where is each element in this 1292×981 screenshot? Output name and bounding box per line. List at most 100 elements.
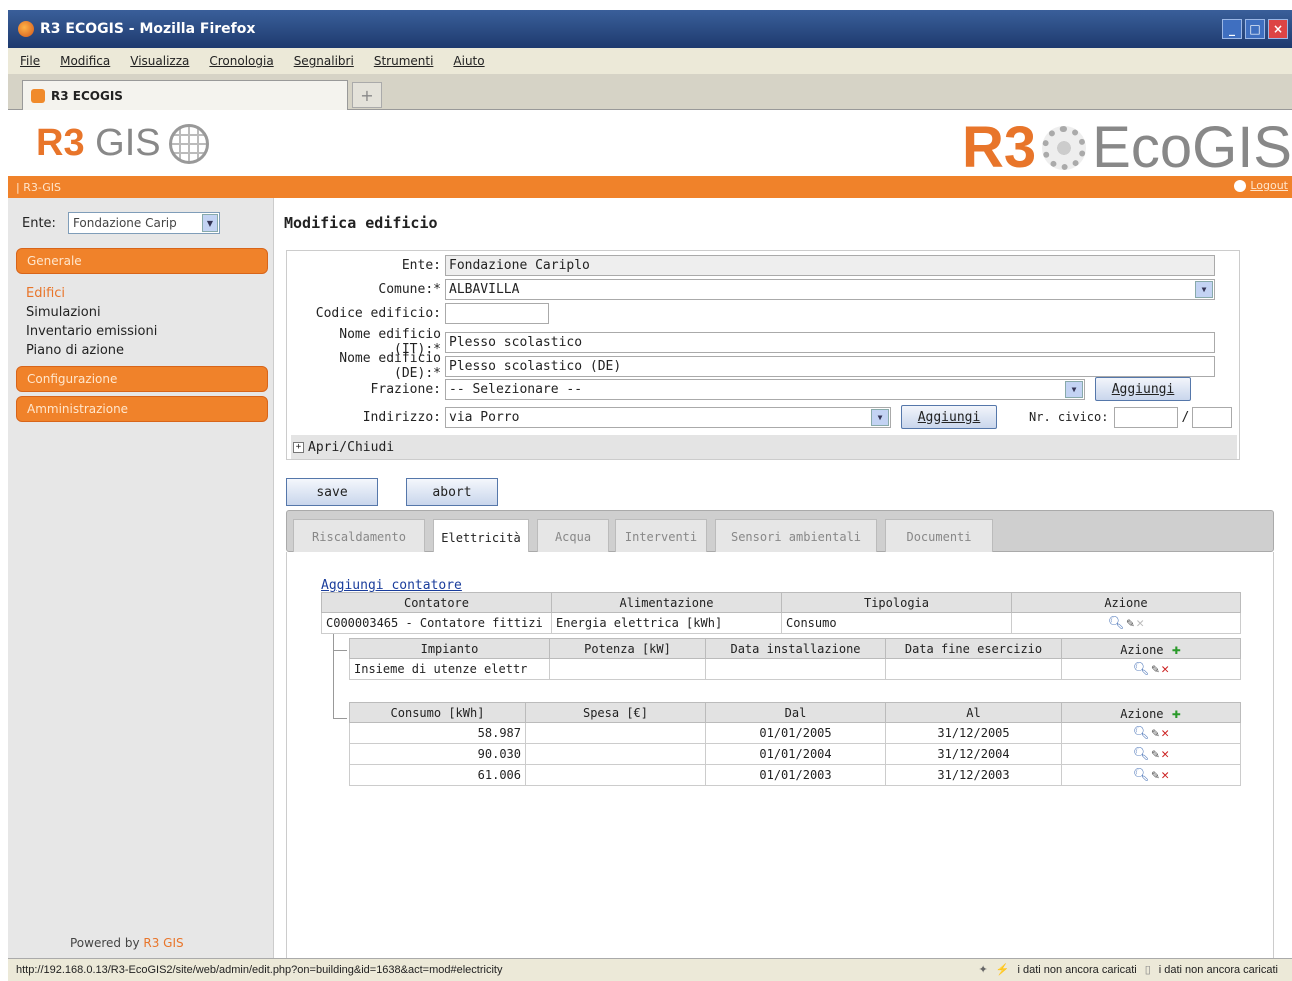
- main-content: Modifica edificio Ente: Fondazione Carip…: [276, 198, 1292, 958]
- edit-icon[interactable]: ✎: [1151, 768, 1159, 783]
- comune-select[interactable]: ALBAVILLA ▼: [445, 279, 1215, 300]
- powered-prefix: Powered by: [70, 936, 144, 950]
- civico-label: Nr. civico:: [1029, 410, 1109, 424]
- add-plant-icon[interactable]: ✚: [1172, 640, 1181, 658]
- menu-segnalibri[interactable]: Segnalibri: [294, 54, 354, 68]
- tab-documenti[interactable]: Documenti: [885, 519, 993, 553]
- codice-input[interactable]: [445, 303, 549, 324]
- edit-icon[interactable]: ✎: [1151, 662, 1159, 677]
- status-right: ✦ ⚡ i dati non ancora caricati ▯ i dati …: [979, 963, 1278, 977]
- magnifier-icon[interactable]: 🔍︎: [1108, 616, 1125, 631]
- aggiungi-indirizzo-button[interactable]: Aggiungi: [901, 405, 997, 429]
- document-icon[interactable]: ▯: [1145, 963, 1151, 976]
- magnifier-icon[interactable]: 🔍︎: [1133, 747, 1150, 762]
- magnifier-icon[interactable]: 🔍︎: [1133, 726, 1150, 741]
- logout-label: Logout: [1250, 179, 1288, 192]
- logout-link[interactable]: Logout: [1234, 179, 1288, 192]
- consumption-table: Consumo [kWh] Spesa [€] Dal Al Azione ✚ …: [349, 702, 1241, 786]
- logo-left-r3: R3: [36, 122, 85, 164]
- tab-elettricita[interactable]: Elettricità: [433, 519, 529, 555]
- lightning-icon[interactable]: ⚡: [996, 963, 1010, 976]
- sidebar-section-generale[interactable]: Generale: [16, 248, 268, 274]
- r3gis-logo[interactable]: R3 GIS: [36, 122, 209, 165]
- delete-icon[interactable]: ✕: [1161, 662, 1169, 677]
- comune-value: ALBAVILLA: [449, 282, 520, 297]
- menu-visualizza[interactable]: Visualizza: [130, 54, 189, 68]
- add-consumption-icon[interactable]: ✚: [1172, 704, 1181, 722]
- aggiungi-frazione-button[interactable]: Aggiungi: [1095, 377, 1191, 401]
- nome-de-input[interactable]: Plesso scolastico (DE): [445, 355, 1215, 377]
- maximize-button[interactable]: □: [1245, 19, 1265, 39]
- civico-input[interactable]: [1114, 406, 1179, 428]
- gear-icon: [1042, 125, 1087, 170]
- col-tipologia: Tipologia: [781, 592, 1012, 613]
- breadcrumb[interactable]: | R3-GIS: [16, 181, 61, 194]
- sidebar-section-amministrazione[interactable]: Amministrazione: [16, 396, 268, 422]
- chevron-down-icon[interactable]: ▼: [871, 408, 889, 426]
- delete-icon: ✕: [1136, 615, 1145, 631]
- tab-riscaldamento[interactable]: Riscaldamento: [293, 519, 425, 553]
- tree-branch: [333, 718, 347, 719]
- cons-actions: 🔍︎ ✎ ✕: [1061, 764, 1241, 786]
- sidebar-section-configurazione[interactable]: Configurazione: [16, 366, 268, 392]
- table-row: 90.030 01/01/2004 31/12/2004 🔍︎ ✎ ✕: [349, 743, 1241, 765]
- sidebar-item-inventario[interactable]: Inventario emissioni: [26, 322, 157, 341]
- menu-aiuto[interactable]: Aiuto: [453, 54, 484, 68]
- save-button[interactable]: save: [286, 478, 378, 506]
- minimize-button[interactable]: _: [1222, 19, 1242, 39]
- delete-icon[interactable]: ✕: [1161, 726, 1169, 741]
- menu-cronologia[interactable]: Cronologia: [209, 54, 273, 68]
- edit-icon[interactable]: ✎: [1151, 726, 1159, 741]
- chevron-down-icon[interactable]: ▼: [1065, 380, 1083, 398]
- cons-spesa: [525, 764, 706, 786]
- indirizzo-select[interactable]: via Porro ▼: [445, 406, 891, 428]
- tab-interventi[interactable]: Interventi: [615, 519, 707, 553]
- azione-label: Azione: [1120, 706, 1164, 721]
- frazione-value: -- Selezionare --: [449, 381, 583, 397]
- add-meter-link[interactable]: Aggiungi contatore: [321, 578, 462, 593]
- meter-actions: 🔍︎ ✎ ✕: [1011, 612, 1241, 634]
- delete-icon[interactable]: ✕: [1161, 768, 1169, 783]
- menu-file[interactable]: File: [20, 54, 40, 68]
- chevron-down-icon[interactable]: ▼: [1195, 281, 1213, 298]
- magnifier-icon[interactable]: 🔍︎: [1133, 768, 1150, 783]
- sidebar-item-simulazioni[interactable]: Simulazioni: [26, 303, 157, 322]
- menu-strumenti[interactable]: Strumenti: [374, 54, 434, 68]
- azione-label: Azione: [1120, 642, 1164, 657]
- cons-dal: 01/01/2003: [705, 764, 886, 786]
- edit-icon[interactable]: ✎: [1126, 616, 1134, 631]
- chevron-down-icon[interactable]: ▼: [201, 214, 218, 232]
- powered-brand[interactable]: R3 GIS: [143, 936, 183, 950]
- delete-icon[interactable]: ✕: [1161, 747, 1169, 762]
- page-title: Modifica edificio: [284, 214, 438, 232]
- sidebar-item-piano[interactable]: Piano di azione: [26, 341, 157, 360]
- browser-tab[interactable]: R3 ECOGIS: [22, 80, 348, 110]
- cons-value: 90.030: [349, 743, 526, 765]
- col-potenza: Potenza [kW]: [549, 638, 706, 659]
- col-dal: Dal: [705, 702, 886, 723]
- sidebar-item-edifici[interactable]: Edifici: [26, 284, 157, 303]
- tab-sensori[interactable]: Sensori ambientali: [715, 519, 877, 553]
- edit-icon[interactable]: ✎: [1151, 747, 1159, 762]
- ente-select[interactable]: Fondazione Carip ▼: [67, 212, 220, 234]
- frazione-label: Frazione:: [370, 381, 441, 397]
- comune-label: Comune:*: [378, 282, 441, 297]
- nome-it-input[interactable]: Plesso scolastico: [445, 331, 1215, 353]
- ente-label: Ente:: [22, 215, 56, 231]
- indirizzo-value: via Porro: [449, 409, 520, 425]
- magnifier-icon[interactable]: 🔍︎: [1133, 662, 1150, 677]
- firefox-icon: [18, 21, 34, 37]
- menu-modifica[interactable]: Modifica: [60, 54, 110, 68]
- col-data-installazione: Data installazione: [705, 638, 886, 659]
- tree-branch: [333, 650, 347, 651]
- frazione-select[interactable]: -- Selezionare -- ▼: [445, 378, 1085, 400]
- close-button[interactable]: ×: [1268, 19, 1288, 39]
- table-row: Insieme di utenze elettr 🔍︎ ✎ ✕: [349, 658, 1241, 680]
- new-tab-button[interactable]: +: [352, 82, 382, 108]
- row-comune: Comune:* ALBAVILLA ▼: [287, 279, 1215, 300]
- addon-icon[interactable]: ✦: [979, 963, 988, 976]
- tab-acqua[interactable]: Acqua: [537, 519, 609, 553]
- apri-chiudi-toggle[interactable]: + Apri/Chiudi: [291, 435, 1237, 459]
- civico-suffix-input[interactable]: [1192, 406, 1233, 428]
- abort-button[interactable]: abort: [406, 478, 498, 506]
